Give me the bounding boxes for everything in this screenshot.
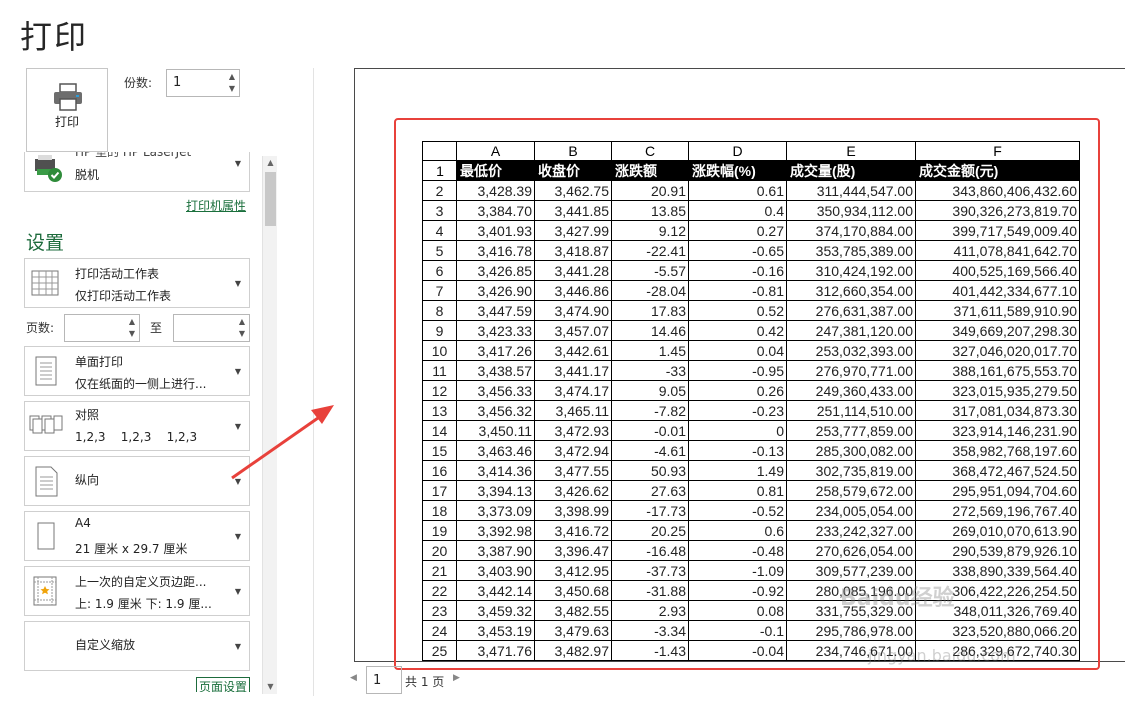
collate-select[interactable]: 对照 1,2,3 1,2,3 1,2,3 ▼ (24, 401, 250, 451)
annotation-arrow-head (311, 405, 334, 424)
spin-up-icon[interactable]: ▲ (127, 317, 137, 327)
next-page-icon[interactable]: ▶ (453, 673, 460, 683)
printer-offline-icon (35, 155, 62, 182)
pane-divider (313, 68, 314, 696)
page-title: 打印 (20, 18, 89, 56)
scaling-select[interactable]: 自定义缩放 ▼ (24, 621, 250, 671)
portrait-page-icon (35, 466, 58, 497)
scroll-up-icon[interactable]: ▲ (263, 156, 278, 170)
spin-up-icon[interactable]: ▲ (237, 317, 247, 327)
paper-size-desc: 21 厘米 x 29.7 厘米 (75, 542, 188, 556)
spin-down-icon[interactable]: ▼ (237, 329, 247, 339)
copies-value: 1 (173, 75, 182, 90)
printer-status: 脱机 (75, 168, 100, 182)
highlight-box (394, 118, 1100, 670)
printer-name: HP 室的 HP LaserJet (75, 152, 192, 159)
printer-icon (54, 83, 82, 111)
printer-select[interactable]: HP 室的 HP LaserJet 脱机 ▼ (24, 152, 250, 192)
sides-select[interactable]: 单面打印 仅在纸面的一侧上进行... ▼ (24, 346, 250, 396)
settings-scrollbar[interactable]: ▲ ▼ (262, 156, 277, 694)
watermark-url: jingyan.baidu.com (868, 646, 1016, 665)
chevron-down-icon: ▼ (234, 642, 241, 651)
spin-down-icon[interactable]: ▼ (127, 329, 137, 339)
custom-margins-icon (33, 576, 57, 606)
chevron-down-icon: ▼ (234, 587, 241, 596)
spin-up-icon[interactable]: ▲ (227, 72, 237, 82)
chevron-down-icon: ▼ (234, 422, 241, 431)
single-side-page-icon (35, 356, 57, 386)
to-label: 至 (150, 321, 163, 335)
copies-stepper[interactable]: 1 ▲ ▼ (166, 69, 240, 97)
scrollbar-thumb[interactable] (265, 172, 276, 226)
sheet-grid-icon (31, 270, 59, 296)
chevron-down-icon: ▼ (234, 159, 241, 168)
watermark-logo: Baidu经验 (840, 586, 955, 611)
sides-desc: 仅在纸面的一侧上进行... (75, 377, 207, 391)
page-total: 共 1 页 (405, 675, 445, 689)
collate-desc: 1,2,3 1,2,3 1,2,3 (75, 430, 198, 444)
collated-pages-icon (29, 415, 63, 434)
page-setup-link[interactable]: 页面设置 (196, 677, 250, 692)
printer-properties-link[interactable]: 打印机属性 (186, 197, 246, 214)
chevron-down-icon: ▼ (234, 477, 241, 486)
orientation-title: 纵向 (75, 473, 100, 487)
chevron-down-icon: ▼ (234, 279, 241, 288)
spin-down-icon[interactable]: ▼ (227, 84, 237, 94)
print-what-desc: 仅打印活动工作表 (75, 289, 172, 303)
margins-select[interactable]: 上一次的自定义页边距... 上: 1.9 厘米 下: 1.9 厘... ▼ (24, 566, 250, 616)
copies-label: 份数: (124, 76, 153, 90)
chevron-down-icon: ▼ (234, 367, 241, 376)
chevron-down-icon: ▼ (234, 532, 241, 541)
paper-size-title: A4 (75, 516, 91, 530)
margins-desc: 上: 1.9 厘米 下: 1.9 厘... (75, 597, 212, 611)
margins-title: 上一次的自定义页边距... (75, 575, 207, 589)
scroll-down-icon[interactable]: ▼ (263, 680, 278, 694)
pages-to-input[interactable]: ▲ ▼ (173, 314, 250, 342)
prev-page-icon[interactable]: ◀ (350, 673, 357, 683)
print-what-select[interactable]: 打印活动工作表 仅打印活动工作表 ▼ (24, 258, 250, 308)
print-button-label: 打印 (54, 115, 79, 129)
paper-size-icon (37, 522, 55, 550)
print-button[interactable]: 打印 (26, 68, 108, 152)
sides-title: 单面打印 (75, 355, 124, 369)
pages-from-input[interactable]: ▲ ▼ (64, 314, 140, 342)
orientation-select[interactable]: 纵向 ▼ (24, 456, 250, 506)
settings-heading: 设置 (26, 232, 65, 254)
scaling-title: 自定义缩放 (75, 638, 136, 652)
page-number-input[interactable]: 1 (366, 666, 402, 694)
print-what-title: 打印活动工作表 (75, 267, 160, 281)
pages-label: 页数: (26, 321, 55, 335)
paper-size-select[interactable]: A4 21 厘米 x 29.7 厘米 ▼ (24, 511, 250, 561)
collate-title: 对照 (75, 408, 100, 422)
